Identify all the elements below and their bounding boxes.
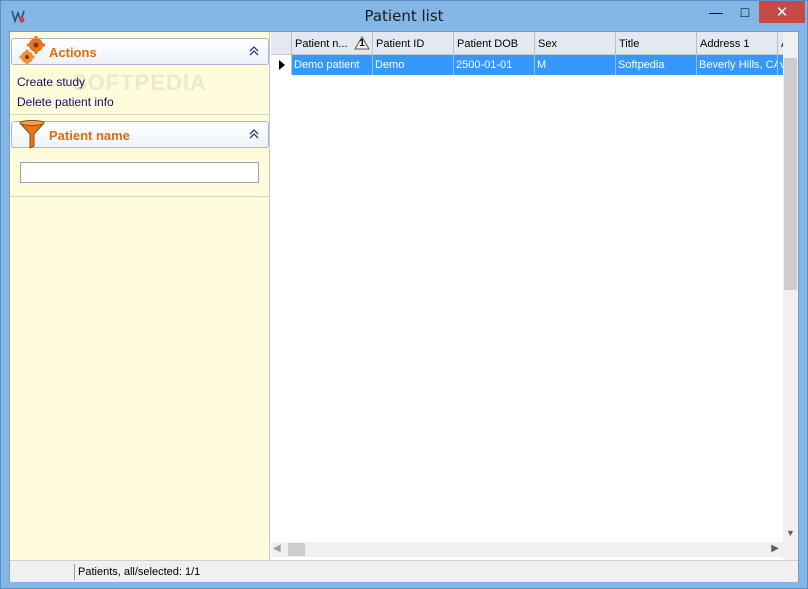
sort-order-number: 1 [359,38,365,49]
cell-address-1[interactable]: Beverly Hills, CA [697,55,778,75]
patient-name-panel-title: Patient name [49,128,130,143]
collapse-chevron-icon[interactable] [248,45,260,57]
maximize-button[interactable]: □ [731,1,759,23]
sidebar: SOFTPEDIA Actions Create study Delete pa… [10,32,270,560]
header-corner [271,32,292,55]
app-window: Patient list — □ ✕ SOFTPEDIA Actions Cre… [0,0,808,589]
minimize-icon: — [709,4,723,20]
panel-divider [10,114,270,115]
panel-divider [10,196,270,197]
patient-name-panel-header[interactable]: Patient name [11,118,269,150]
column-header-address-1[interactable]: Address 1 [697,32,778,55]
table-row[interactable]: Demo patient Demo 2500-01-01 M Softpedia… [271,55,783,75]
actions-panel-title: Actions [49,45,97,60]
scrollbar-corner [783,542,798,560]
column-header-patient-id[interactable]: Patient ID [373,32,454,55]
cell-title[interactable]: Softpedia [616,55,697,75]
funnel-icon [18,118,48,150]
column-header-title[interactable]: Title [616,32,697,55]
scroll-left-arrow-icon[interactable]: ◀ [273,543,281,554]
collapse-chevron-icon[interactable] [248,128,260,140]
cell-patient-id[interactable]: Demo [373,55,454,75]
column-header-patient-name[interactable]: Patient n... 1 [292,32,373,55]
vertical-scroll-thumb[interactable] [784,58,797,290]
create-study-link[interactable]: Create study [17,75,85,89]
scroll-right-arrow-icon[interactable]: ▶ [771,543,779,554]
cell-sex[interactable]: M [535,55,616,75]
column-header-sex[interactable]: Sex [535,32,616,55]
window-title: Patient list [364,7,444,25]
gears-icon [18,35,48,67]
maximize-icon: □ [740,4,750,20]
vertical-scrollbar[interactable]: ▼ [783,32,798,542]
current-row-arrow-icon [279,60,285,70]
column-header-label: Patient n... [295,38,348,50]
row-indicator [271,55,292,75]
column-header-patient-dob[interactable]: Patient DOB [454,32,535,55]
delete-patient-info-link[interactable]: Delete patient info [17,95,114,109]
horizontal-scrollbar[interactable]: ◀ ▶ [271,542,783,557]
patient-name-filter-input[interactable] [20,162,259,183]
close-icon: ✕ [775,4,789,21]
cell-patient-name[interactable]: Demo patient [292,55,373,75]
grid-header: Patient n... 1 Patient ID Patient DOB Se… [271,32,783,55]
minimize-button[interactable]: — [701,1,731,23]
horizontal-scroll-thumb[interactable] [288,543,305,556]
softpedia-watermark: SOFTPEDIA [72,70,207,95]
actions-panel-header[interactable]: Actions [11,35,269,67]
scroll-down-arrow-icon[interactable]: ▼ [783,528,798,540]
client-area: SOFTPEDIA Actions Create study Delete pa… [9,31,799,582]
patient-count-status: Patients, all/selected: 1/1 [78,566,201,578]
cell-patient-dob[interactable]: 2500-01-01 [454,55,535,75]
sort-order-icon: 1 [354,36,370,50]
status-bar: Patients, all/selected: 1/1 [10,560,798,582]
status-divider [74,564,75,580]
patient-grid: Patient n... 1 Patient ID Patient DOB Se… [271,32,798,560]
close-button[interactable]: ✕ [759,1,805,23]
title-bar[interactable]: Patient list — □ ✕ [1,1,807,31]
